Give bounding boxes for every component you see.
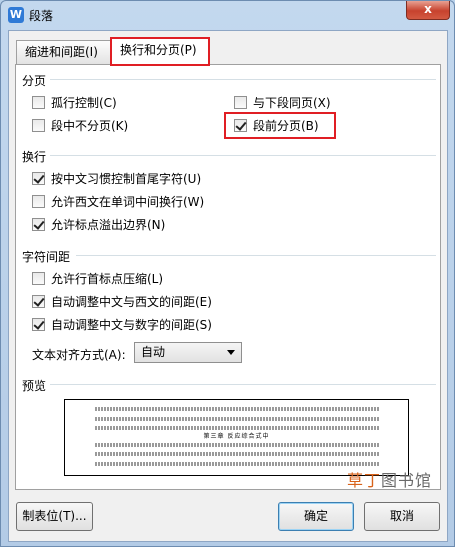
preview-area: 第三章 反应综合式中 <box>64 399 409 476</box>
auto-space-western-checkbox[interactable]: 自动调整中文与西文的间距(E) <box>32 294 212 310</box>
hanging-punctuation-checkbox[interactable]: 允许标点溢出边界(N) <box>32 217 165 233</box>
checkbox-label: 允许西文在单词中间换行(W) <box>51 195 205 209</box>
checkbox-box[interactable] <box>32 172 45 185</box>
dialog-body: 缩进和间距(I) 换行和分页(P) 分页 孤行控制(C) 与下段同页(X) 段中… <box>8 30 448 542</box>
keep-lines-together-checkbox[interactable]: 段中不分页(K) <box>32 118 128 134</box>
checkbox-box[interactable] <box>32 295 45 308</box>
tab-stops-button[interactable]: 制表位(T)... <box>16 502 93 531</box>
checkbox-box[interactable] <box>234 96 247 109</box>
watermark-text: 图书馆 <box>381 471 433 490</box>
chinese-line-break-checkbox[interactable]: 按中文习惯控制首尾字符(U) <box>32 171 201 187</box>
keep-with-next-checkbox[interactable]: 与下段同页(X) <box>234 95 331 111</box>
ok-button[interactable]: 确定 <box>278 502 354 531</box>
word-wrap-checkbox[interactable]: 允许西文在单词中间换行(W) <box>32 194 204 210</box>
preview-text-line <box>95 443 380 447</box>
checkbox-box[interactable] <box>234 119 247 132</box>
compress-punctuation-checkbox[interactable]: 允许行首标点压缩(L) <box>32 271 163 287</box>
divider <box>50 384 436 385</box>
page-break-before-checkbox[interactable]: 段前分页(B) <box>234 118 319 134</box>
tab-panel: 分页 孤行控制(C) 与下段同页(X) 段中不分页(K) 段前分页(B) 换行 … <box>15 64 441 490</box>
preview-text-line <box>95 452 380 456</box>
checkbox-box[interactable] <box>32 96 45 109</box>
line-breaking-heading: 换行 <box>22 150 47 164</box>
close-button[interactable]: x <box>406 1 450 20</box>
checkbox-box[interactable] <box>32 195 45 208</box>
char-spacing-heading: 字符间距 <box>22 250 71 264</box>
text-align-label: 文本对齐方式(A): <box>32 348 126 362</box>
preview-text-line <box>95 407 380 411</box>
preview-text-line <box>95 462 380 466</box>
checkbox-label: 允许标点溢出边界(N) <box>51 218 166 232</box>
auto-space-numbers-checkbox[interactable]: 自动调整中文与数字的间距(S) <box>32 317 212 333</box>
checkbox-label: 按中文习惯控制首尾字符(U) <box>51 172 202 186</box>
preview-text-line <box>95 417 380 421</box>
preview-text-line <box>95 426 380 430</box>
widow-control-checkbox[interactable]: 孤行控制(C) <box>32 95 117 111</box>
checkbox-label: 与下段同页(X) <box>253 96 331 110</box>
dialog-title: 段落 <box>29 9 54 23</box>
watermark: 草丁图书馆 <box>347 467 432 491</box>
text-align-select[interactable]: 自动 <box>134 342 242 363</box>
checkbox-box[interactable] <box>32 218 45 231</box>
checkbox-label: 孤行控制(C) <box>51 96 117 110</box>
preview-sample-title: 第三章 反应综合式中 <box>203 433 270 440</box>
checkbox-label: 允许行首标点压缩(L) <box>51 272 164 286</box>
cancel-button[interactable]: 取消 <box>364 502 440 531</box>
checkbox-label: 段前分页(B) <box>253 119 319 133</box>
checkbox-box[interactable] <box>32 272 45 285</box>
checkbox-label: 自动调整中文与数字的间距(S) <box>51 318 212 332</box>
text-align-value: 自动 <box>141 345 166 359</box>
paragraph-dialog: W 段落 x 缩进和间距(I) 换行和分页(P) 分页 孤行控制(C) 与下段同… <box>0 0 455 547</box>
checkbox-label: 段中不分页(K) <box>51 119 129 133</box>
checkbox-box[interactable] <box>32 119 45 132</box>
chevron-down-icon <box>227 350 235 355</box>
wps-writer-icon: W <box>8 7 24 23</box>
pagination-heading: 分页 <box>22 74 47 88</box>
tab-line-page-breaks[interactable]: 换行和分页(P) <box>110 37 210 66</box>
divider <box>50 79 436 80</box>
watermark-brand: 草丁 <box>347 471 382 490</box>
tab-indent-spacing[interactable]: 缩进和间距(I) <box>16 40 111 64</box>
checkbox-box[interactable] <box>32 318 45 331</box>
divider <box>76 255 436 256</box>
divider <box>50 155 436 156</box>
preview-heading: 预览 <box>22 379 47 393</box>
checkbox-label: 自动调整中文与西文的间距(E) <box>51 295 212 309</box>
title-bar[interactable]: W 段落 x <box>1 1 454 29</box>
